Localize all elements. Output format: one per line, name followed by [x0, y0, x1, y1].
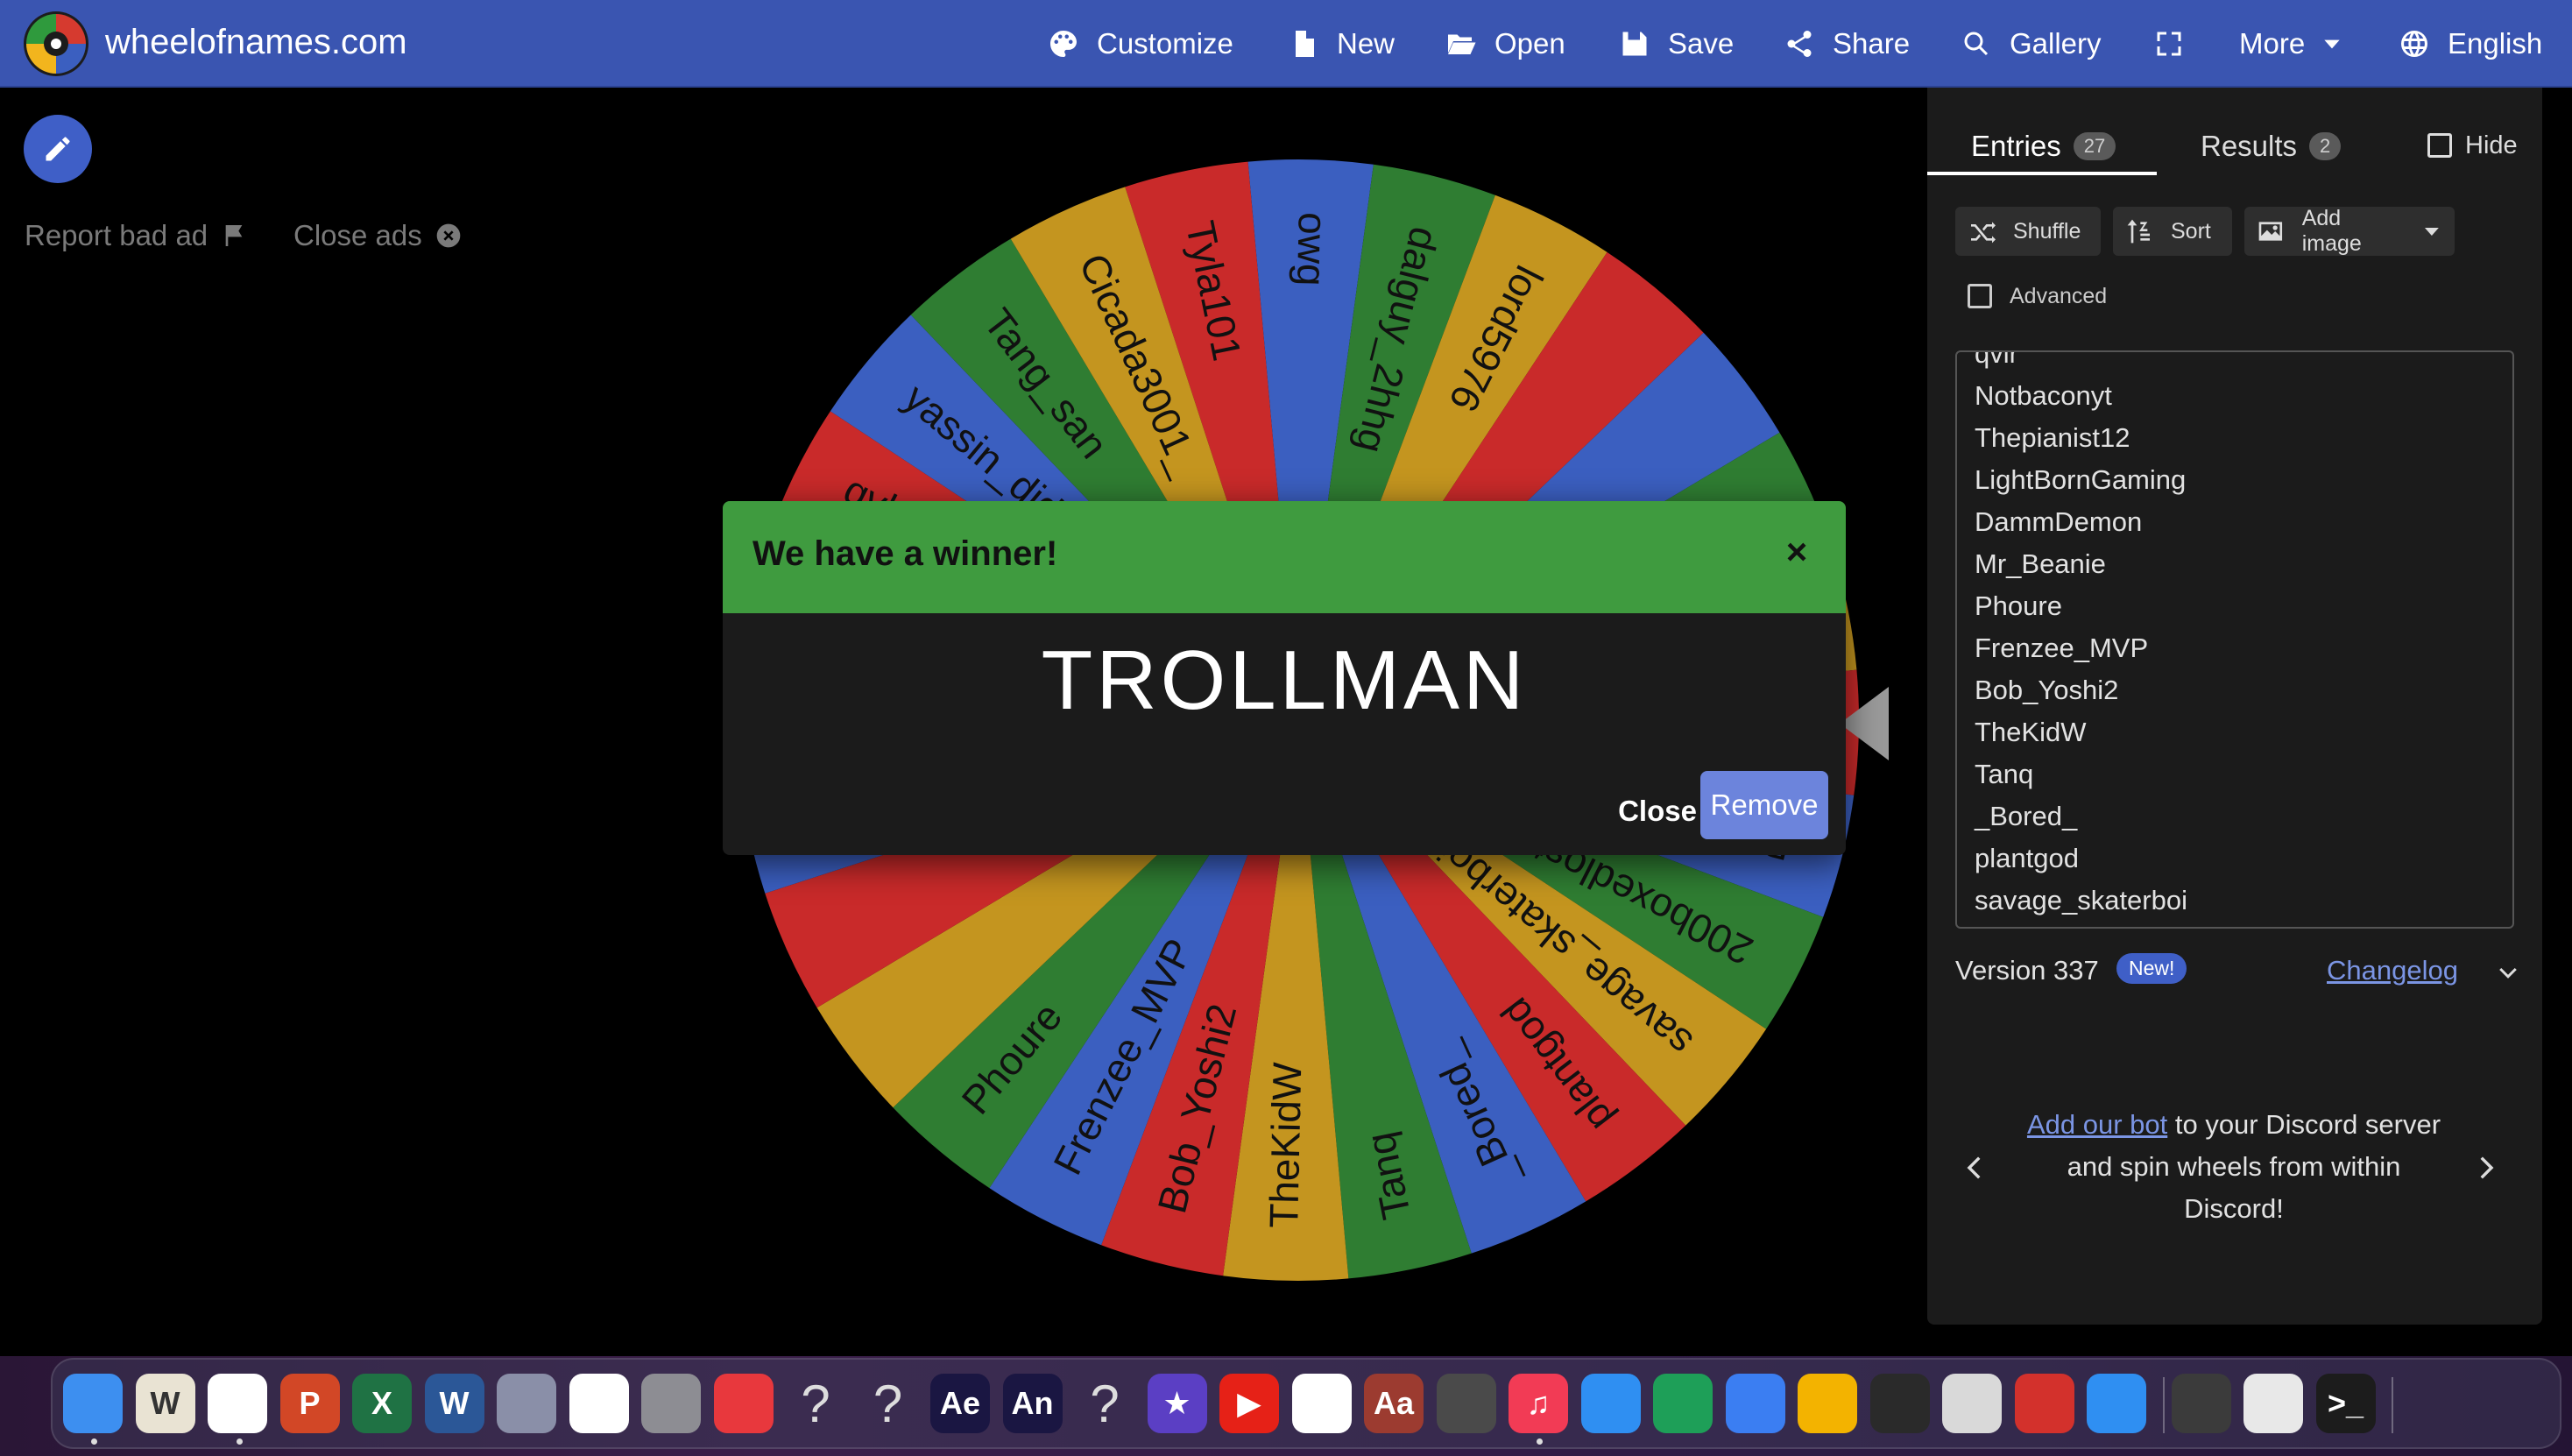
running-indicator	[237, 1438, 243, 1445]
advanced-checkbox[interactable]	[1968, 284, 1992, 308]
dock-separator	[2392, 1377, 2393, 1433]
word-icon[interactable]: W	[424, 1374, 484, 1433]
entry-line: TheKidW	[1975, 717, 2087, 747]
entry-line: Frenzee_MVP	[1975, 633, 2149, 663]
unknown-app-icon[interactable]: ?	[859, 1374, 918, 1433]
tab-results-label: Results	[2201, 130, 2298, 162]
youtube-icon[interactable]: ▶	[1219, 1374, 1279, 1433]
entries-textarea[interactable]: qvlr Notbaconyt Thepianist12 LightBornGamin…	[1955, 350, 2514, 929]
photo-booth-icon[interactable]	[2014, 1374, 2074, 1433]
chevron-down-icon	[2425, 228, 2440, 236]
entry-line: Tanq	[1975, 759, 2034, 789]
launchpad-icon[interactable]	[497, 1374, 556, 1433]
sort-button[interactable]: Sort	[2113, 207, 2232, 256]
version-label: Version 337	[1955, 955, 2099, 986]
add-image-label: Add image	[2301, 206, 2362, 256]
creative-cloud-icon[interactable]	[713, 1374, 774, 1433]
imovie-icon[interactable]: ★	[1147, 1374, 1207, 1433]
wheel-pointer-icon	[1840, 687, 1889, 760]
system-settings-icon[interactable]	[641, 1374, 701, 1433]
entry-line: savage_skaterboi	[1975, 885, 2187, 915]
remove-button[interactable]: Remove	[1700, 771, 1828, 839]
entry-line: Notbaconyt	[1975, 380, 2112, 411]
image-icon	[2258, 222, 2283, 241]
entry-line: Bob_Yoshi2	[1975, 675, 2119, 705]
entries-panel: Entries 27 Results 2 Hide Shuffle Sort A…	[1927, 88, 2542, 1325]
finder-icon[interactable]	[63, 1374, 123, 1433]
terminal-icon[interactable]: >_	[2315, 1374, 2376, 1433]
sheets-icon[interactable]	[1653, 1374, 1713, 1433]
photos-icon[interactable]	[569, 1374, 629, 1433]
trash-icon[interactable]	[2400, 1374, 2460, 1433]
entry-line: Mr_Beanie	[1975, 548, 2106, 579]
sort-icon	[2127, 219, 2150, 244]
new-badge: New!	[2116, 953, 2187, 984]
docs-icon[interactable]	[1725, 1374, 1785, 1433]
music-icon[interactable]: ♫	[1509, 1374, 1568, 1433]
entries-count-badge: 27	[2073, 132, 2116, 160]
close-button[interactable]: Close	[1602, 776, 1713, 846]
wheel-slice-label: owg	[1289, 212, 1336, 287]
tab-entries-label: Entries	[1971, 130, 2061, 162]
entry-line: _Bored_	[1975, 801, 2078, 831]
dictionary-icon[interactable]: Aa	[1364, 1374, 1424, 1433]
after-effects-icon[interactable]: Ae	[930, 1374, 990, 1433]
excel-icon[interactable]: X	[352, 1374, 412, 1433]
discord-promo: Add our bot to your Discord server and s…	[2024, 1104, 2444, 1230]
add-bot-link[interactable]: Add our bot	[2027, 1109, 2167, 1140]
winner-dialog-header: We have a winner! ×	[723, 501, 1846, 613]
entry-line: Thepianist12	[1975, 422, 2130, 453]
activity-monitor-icon[interactable]	[1869, 1374, 1930, 1433]
results-count-badge: 2	[2309, 132, 2342, 160]
wheel-slice-label: TheKidW	[1261, 1061, 1310, 1228]
tab-entries[interactable]: Entries 27	[1971, 130, 2116, 163]
running-indicator	[1537, 1438, 1543, 1445]
tab-results[interactable]: Results 2	[2201, 130, 2342, 163]
entry-line: Phoure	[1975, 590, 2062, 621]
quicktime-icon[interactable]	[2171, 1374, 2231, 1433]
winner-dialog: We have a winner! × TROLLMAN Close Remov…	[723, 501, 1846, 855]
dock-separator	[2162, 1377, 2165, 1433]
changelog-link[interactable]: Changelog	[2327, 955, 2458, 986]
hide-label: Hide	[2465, 131, 2518, 159]
preview-icon[interactable]	[1942, 1374, 2002, 1433]
printer-icon[interactable]	[2243, 1374, 2303, 1433]
hide-checkbox[interactable]	[2427, 133, 2452, 158]
shuffle-label: Shuffle	[2013, 218, 2081, 244]
slides-icon[interactable]	[1798, 1374, 1857, 1433]
entry-line: plantgod	[1975, 843, 2079, 873]
entry-line: DammDemon	[1975, 506, 2143, 537]
chevron-right-icon[interactable]	[2470, 1153, 2500, 1183]
close-icon[interactable]: ×	[1777, 531, 1816, 572]
shuffle-button[interactable]: Shuffle	[1955, 207, 2101, 256]
running-indicator	[91, 1438, 97, 1445]
safari-icon[interactable]	[1580, 1374, 1641, 1433]
calculator-icon[interactable]	[1436, 1374, 1496, 1433]
sort-label: Sort	[2171, 218, 2211, 244]
shuffle-icon	[1971, 222, 1996, 244]
winner-dialog-title: We have a winner!	[753, 534, 1058, 573]
chevron-down-icon[interactable]	[2495, 960, 2521, 986]
animate-icon[interactable]: An	[1002, 1374, 1063, 1433]
chrome-icon[interactable]	[208, 1374, 267, 1433]
powerpoint-icon[interactable]: P	[279, 1374, 340, 1433]
icloud-icon[interactable]	[2087, 1374, 2146, 1433]
entry-line: LightBornGaming	[1975, 464, 2187, 495]
wheel-app-icon[interactable]: W	[135, 1374, 195, 1433]
winner-name: TROLLMAN	[1041, 633, 1528, 727]
chevron-left-icon[interactable]	[1961, 1153, 1990, 1183]
google-drive-icon[interactable]	[1291, 1374, 1352, 1433]
unknown-app-icon[interactable]: ?	[1075, 1374, 1134, 1433]
add-image-button[interactable]: Add image	[2244, 206, 2455, 256]
active-tab-underline	[1927, 172, 2157, 175]
unknown-app-icon[interactable]: ?	[786, 1374, 845, 1433]
entry-line: qvlr	[1975, 350, 2018, 369]
advanced-label: Advanced	[2010, 284, 2108, 308]
